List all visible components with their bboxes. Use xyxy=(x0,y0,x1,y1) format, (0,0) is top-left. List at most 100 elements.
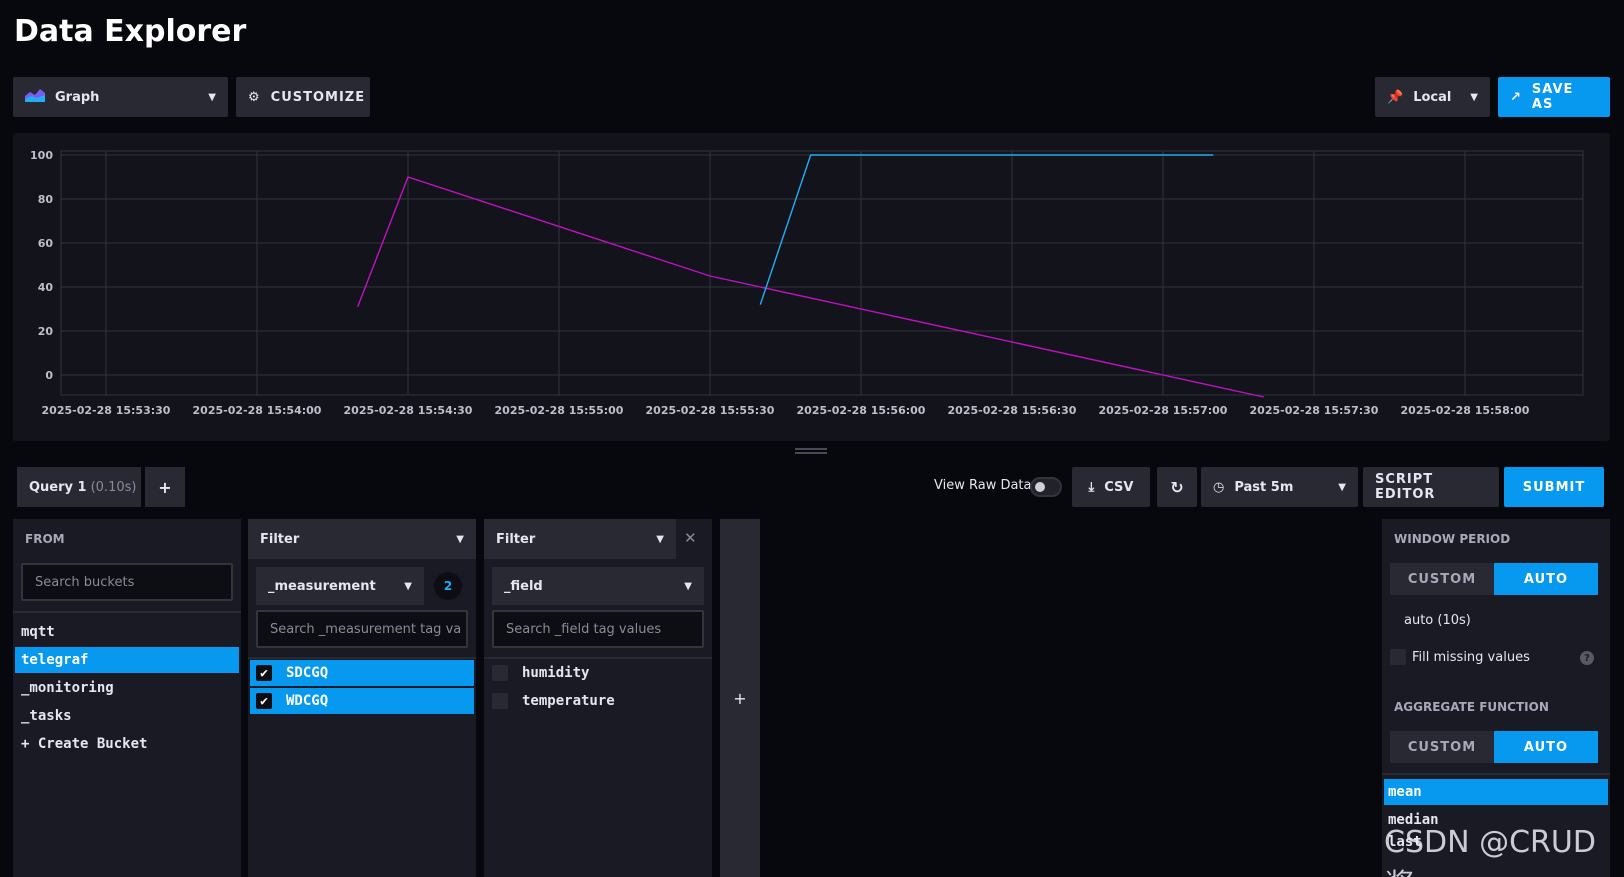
window-period-value: auto (10s) xyxy=(1404,613,1471,628)
timezone-dropdown[interactable]: 📌 Local ▼ xyxy=(1375,77,1490,117)
view-raw-data-label: View Raw Data xyxy=(934,478,1032,493)
y-tick-label: 40 xyxy=(38,281,54,294)
view-raw-data-toggle[interactable] xyxy=(1030,477,1062,497)
aggregate-function-toggle: CUSTOM AUTO xyxy=(1390,731,1598,763)
timezone-label: Local xyxy=(1413,89,1452,105)
time-range-dropdown[interactable]: ◷ Past 5m ▼ xyxy=(1201,467,1358,507)
pin-icon: 📌 xyxy=(1387,89,1404,105)
save-as-button[interactable]: ↗ SAVE AS xyxy=(1498,77,1610,117)
y-tick-label: 100 xyxy=(30,149,53,162)
download-icon: ⤓ xyxy=(1088,479,1095,495)
field-key-dropdown[interactable]: _field ▼ xyxy=(492,567,704,605)
fill-missing-checkbox[interactable]: Fill missing values xyxy=(1390,649,1530,665)
submit-button[interactable]: SUBMIT xyxy=(1504,467,1604,507)
script-editor-button[interactable]: SCRIPT EDITOR xyxy=(1363,467,1499,507)
field-item-humidity[interactable]: humidity xyxy=(486,660,710,686)
customize-label: CUSTOMIZE xyxy=(270,89,366,105)
window-period-toggle: CUSTOM AUTO xyxy=(1390,563,1598,595)
help-icon[interactable]: ? xyxy=(1580,651,1594,665)
add-query-button[interactable]: + xyxy=(145,467,185,507)
refresh-button[interactable]: ↻ xyxy=(1157,467,1197,507)
checkbox-checked-icon[interactable]: ✔ xyxy=(256,693,272,709)
query-tab[interactable]: Query 1 (0.10s) xyxy=(17,467,141,507)
measurement-filter-panel: Filter ▼ _measurement ▼ 2 Search _measur… xyxy=(248,519,476,877)
resize-handle[interactable] xyxy=(795,448,827,454)
window-auto-button[interactable]: AUTO xyxy=(1494,563,1598,595)
aggregate-panel: WINDOW PERIOD CUSTOM AUTO auto (10s) Fil… xyxy=(1382,519,1610,877)
add-filter-column-button[interactable]: + xyxy=(720,519,760,877)
x-tick-label: 2025-02-28 15:54:00 xyxy=(193,404,322,417)
measurement-item-wdcgq[interactable]: ✔ WDCGQ xyxy=(250,688,474,714)
bucket-item-monitoring[interactable]: _monitoring xyxy=(15,675,239,701)
x-tick-label: 2025-02-28 15:55:30 xyxy=(646,404,775,417)
filter-function-dropdown[interactable]: Filter ▼ xyxy=(248,519,476,559)
bucket-item-mqtt[interactable]: mqtt xyxy=(15,619,239,645)
measurement-key-dropdown[interactable]: _measurement ▼ xyxy=(256,567,424,605)
fill-missing-label: Fill missing values xyxy=(1412,649,1530,665)
create-bucket-link[interactable]: + Create Bucket xyxy=(15,731,239,757)
series-line-2 xyxy=(759,154,1214,305)
x-tick-label: 2025-02-28 15:56:30 xyxy=(948,404,1077,417)
aggregate-auto-button[interactable]: AUTO xyxy=(1494,731,1598,763)
measurement-value-label: WDCGQ xyxy=(286,693,329,709)
refresh-icon: ↻ xyxy=(1170,477,1184,497)
field-key-label: _field xyxy=(504,578,543,594)
chevron-down-icon: ▼ xyxy=(656,533,664,545)
measurement-value-label: SDCGQ xyxy=(286,665,329,681)
checkbox-unchecked-icon[interactable] xyxy=(492,693,508,709)
window-period-header: WINDOW PERIOD xyxy=(1394,532,1511,546)
divider xyxy=(1382,773,1610,775)
field-item-temperature[interactable]: temperature xyxy=(486,688,710,714)
x-tick-label: 2025-02-28 15:55:00 xyxy=(495,404,624,417)
customize-button[interactable]: ⚙ CUSTOMIZE xyxy=(236,77,370,117)
window-custom-button[interactable]: CUSTOM xyxy=(1390,563,1494,595)
bucket-item-tasks[interactable]: _tasks xyxy=(15,703,239,729)
close-icon[interactable]: ✕ xyxy=(684,529,697,547)
graph-type-label: Graph xyxy=(55,89,100,105)
clock-icon: ◷ xyxy=(1213,479,1225,495)
chevron-down-icon: ▼ xyxy=(1470,91,1478,103)
bucket-item-telegraf[interactable]: telegraf xyxy=(15,647,239,673)
divider xyxy=(248,657,476,659)
aggregate-item-mean[interactable]: mean xyxy=(1384,779,1608,805)
y-tick-label: 0 xyxy=(45,369,53,382)
field-search-input[interactable]: Search _field tag values xyxy=(492,610,704,648)
export-icon: ↗ xyxy=(1510,89,1522,105)
filter-header: Filter xyxy=(496,531,536,547)
bucket-search-input[interactable]: Search buckets xyxy=(21,563,233,601)
selected-count-badge: 2 xyxy=(434,572,462,600)
measurement-key-label: _measurement xyxy=(268,578,376,594)
filter-function-dropdown[interactable]: Filter ▼ xyxy=(484,519,676,559)
x-tick-label: 2025-02-28 15:56:00 xyxy=(797,404,926,417)
checkbox-checked-icon[interactable]: ✔ xyxy=(256,665,272,681)
graph-panel: 100 80 60 40 20 0 2025-02-28 15:53:30 2025-02-2… xyxy=(13,133,1610,441)
query-tab-time: (0.10s) xyxy=(90,479,137,495)
csv-button[interactable]: ⤓ CSV xyxy=(1072,467,1150,507)
checkbox-unchecked-icon[interactable] xyxy=(1390,649,1406,665)
checkbox-unchecked-icon[interactable] xyxy=(492,665,508,681)
plot-border xyxy=(60,150,1584,396)
aggregate-custom-button[interactable]: CUSTOM xyxy=(1390,731,1494,763)
graph-icon xyxy=(25,88,45,106)
watermark: CSDN @CRUD酱 xyxy=(1384,825,1596,877)
measurement-search-input[interactable]: Search _measurement tag va xyxy=(256,610,468,648)
field-filter-panel: Filter ▼ ✕ _field ▼ Search _field tag va… xyxy=(484,519,712,877)
save-as-label: SAVE AS xyxy=(1531,82,1574,112)
field-value-label: humidity xyxy=(522,665,590,681)
csv-label: CSV xyxy=(1104,479,1134,495)
query-tab-name: Query 1 xyxy=(29,479,87,495)
graph-type-dropdown[interactable]: Graph ▼ xyxy=(13,77,228,117)
x-tick-label: 2025-02-28 15:57:30 xyxy=(1250,404,1379,417)
line-chart: 100 80 60 40 20 0 2025-02-28 15:53:30 2025-02-2… xyxy=(30,149,1584,417)
filter-header: Filter xyxy=(260,531,300,547)
x-tick-label: 2025-02-28 15:57:00 xyxy=(1099,404,1228,417)
x-tick-label: 2025-02-28 15:53:30 xyxy=(42,404,171,417)
y-tick-label: 60 xyxy=(38,237,54,250)
measurement-item-sdcgq[interactable]: ✔ SDCGQ xyxy=(250,660,474,686)
y-tick-label: 80 xyxy=(38,193,54,206)
x-tick-label: 2025-02-28 15:58:00 xyxy=(1401,404,1530,417)
divider xyxy=(484,657,712,659)
from-panel: FROM Search buckets mqtt telegraf _monit… xyxy=(13,519,241,877)
chevron-down-icon: ▼ xyxy=(404,580,412,592)
field-value-label: temperature xyxy=(522,693,615,709)
